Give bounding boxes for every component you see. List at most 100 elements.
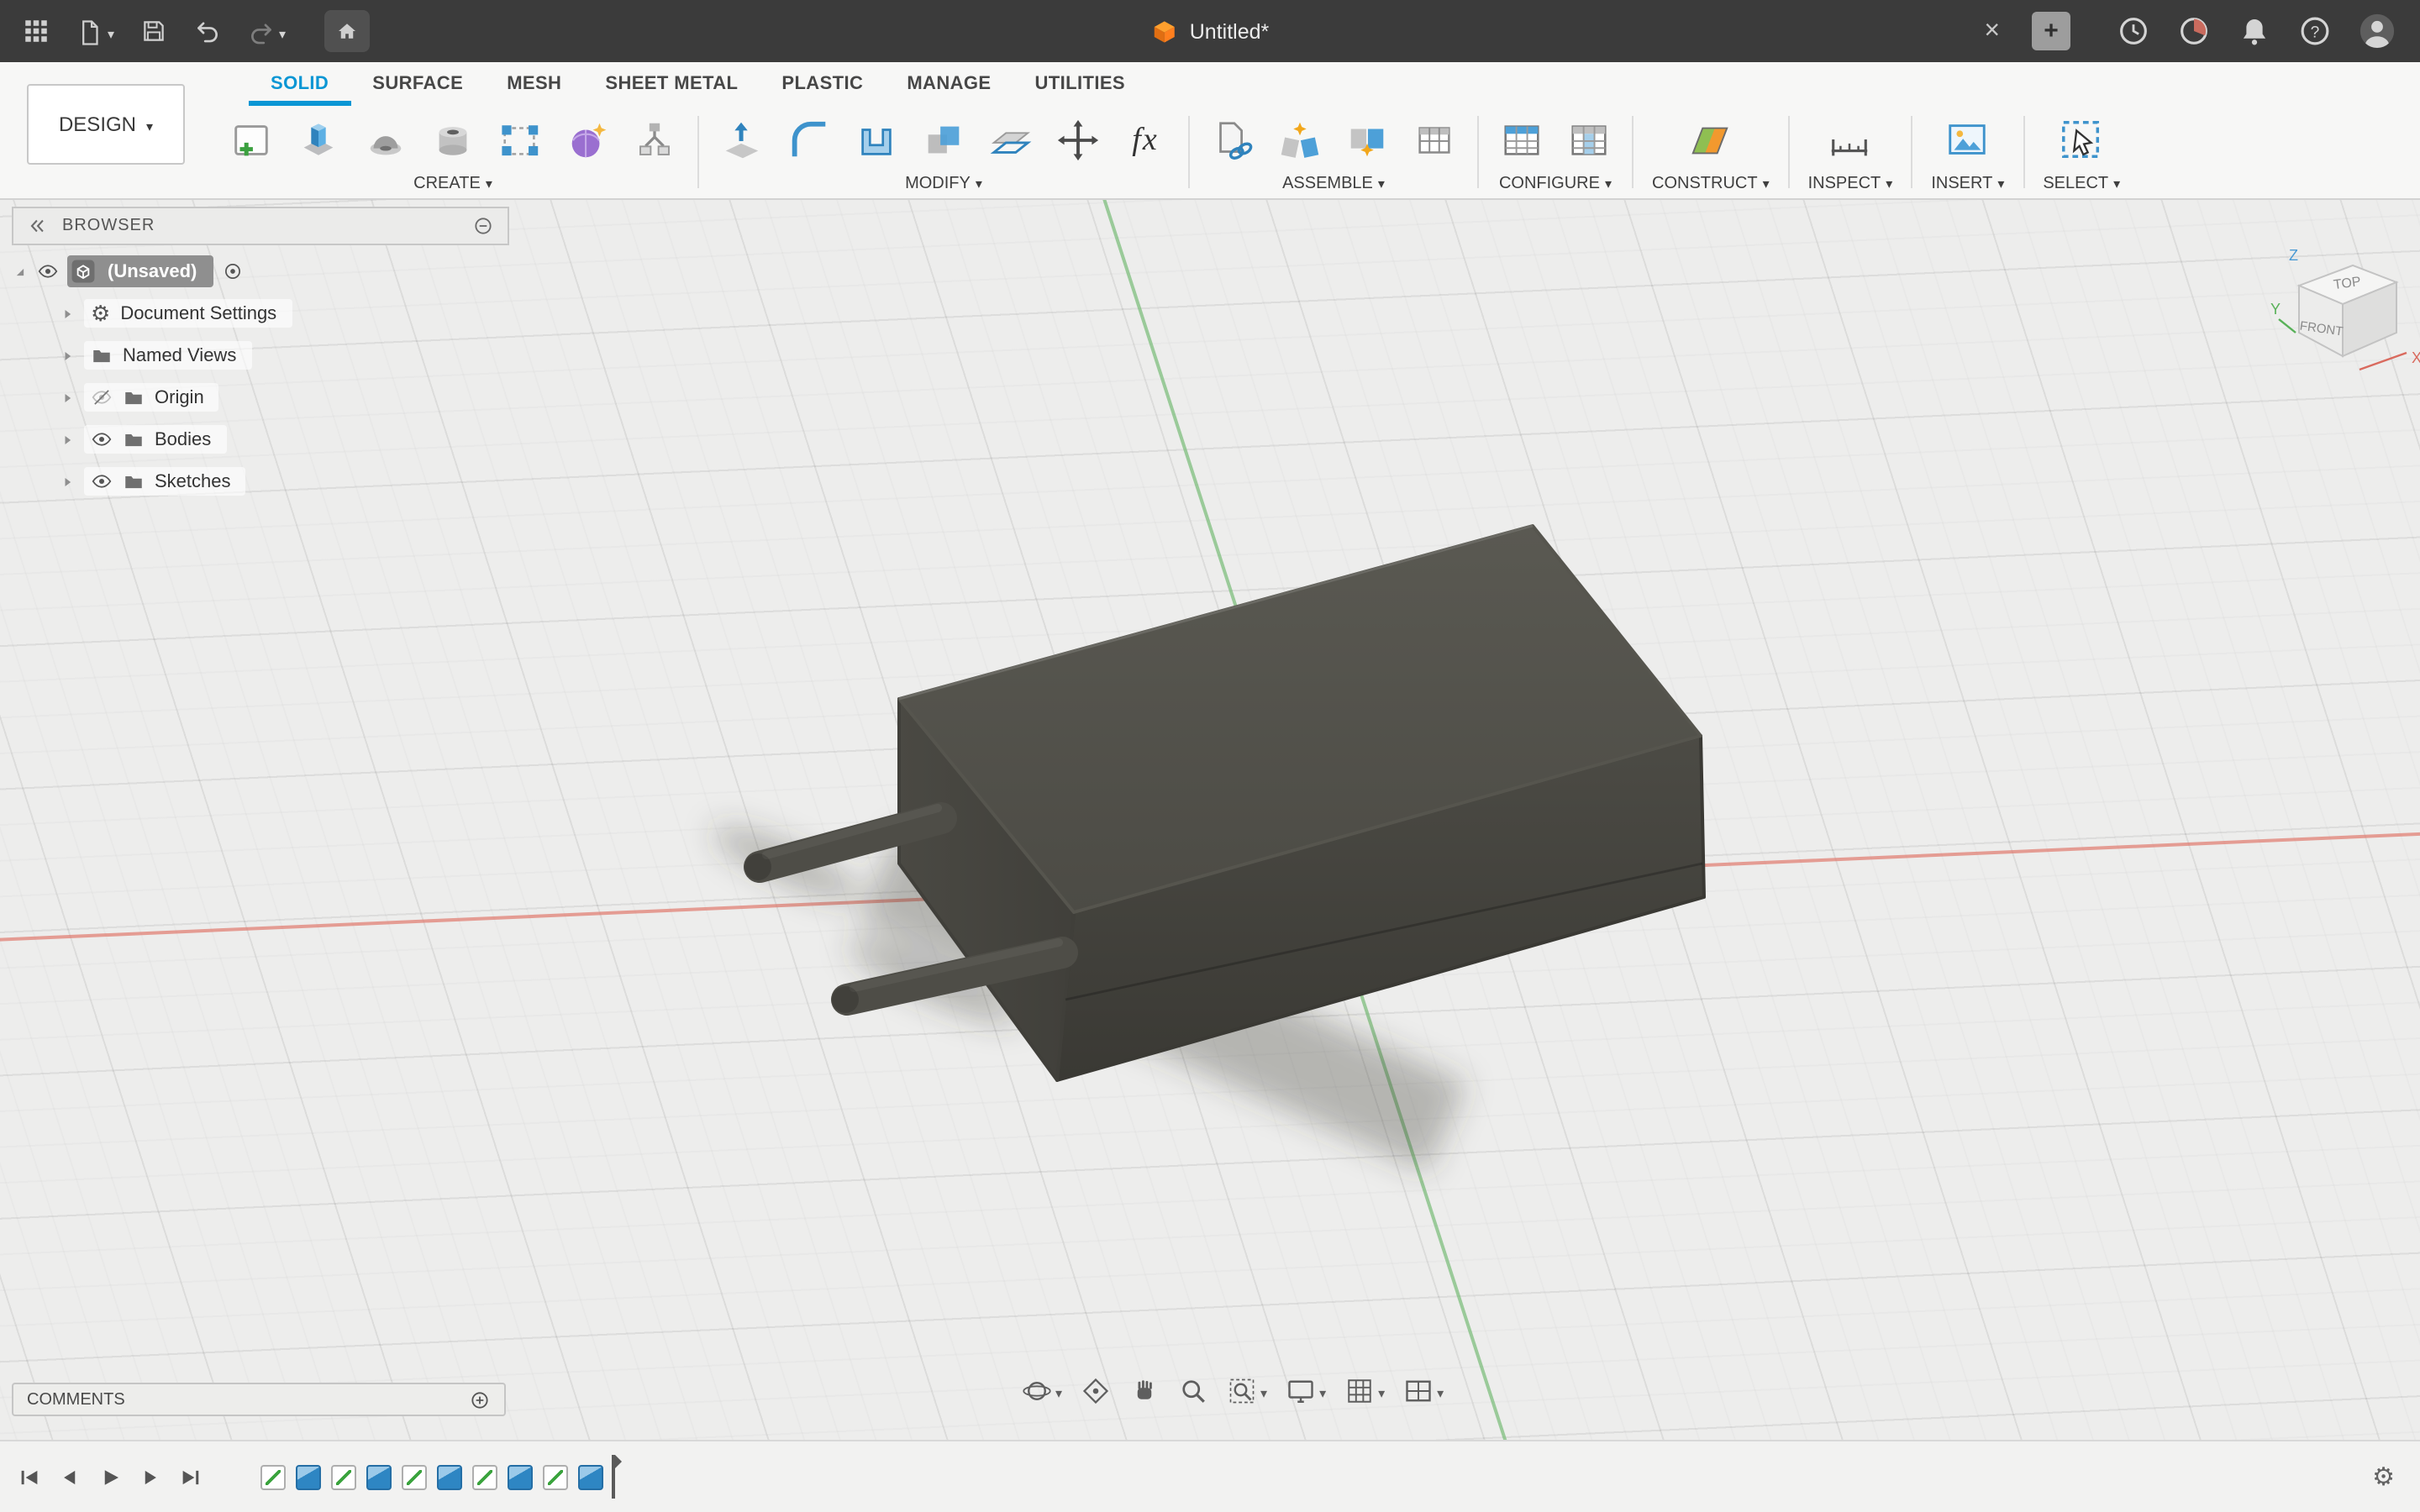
app-grid-icon[interactable] [22,17,50,45]
user-avatar[interactable] [2358,12,2396,50]
look-at-button[interactable] [1081,1376,1111,1406]
job-status-icon[interactable] [2116,13,2151,49]
inspect-group-label[interactable]: INSPECT [1808,175,1893,193]
add-comment-icon[interactable] [469,1389,491,1410]
visibility-off-eye-icon[interactable] [91,386,113,408]
configuration-table-button[interactable] [1497,116,1546,165]
timeline-feature-sketch[interactable] [402,1464,427,1489]
configuration-theme-button[interactable] [1565,116,1613,165]
revolve-button[interactable] [361,116,410,165]
timeline-feature-extrude[interactable] [366,1464,392,1489]
joint-button[interactable] [1276,116,1324,165]
tab-surface[interactable]: SURFACE [350,62,485,106]
timeline-feature-extrude[interactable] [508,1464,533,1489]
joint-origin-button[interactable] [1410,116,1459,165]
timeline-feature-extrude[interactable] [296,1464,321,1489]
document-tab[interactable]: Untitled* [1151,0,1270,62]
visibility-eye-icon[interactable] [37,260,59,282]
tab-plastic[interactable]: PLASTIC [760,62,885,106]
move-button[interactable] [1054,116,1102,165]
insert-group-label[interactable]: INSERT [1931,175,2004,193]
notifications-bell-icon[interactable] [2237,13,2272,49]
pattern-button[interactable] [496,116,544,165]
help-icon[interactable] [2297,13,2333,49]
change-parameters-button[interactable]: fx [1121,116,1170,165]
undo-icon[interactable] [193,17,222,45]
select-button[interactable] [2057,116,2106,165]
timeline-settings-gear-icon[interactable]: ⚙ [2372,1464,2420,1489]
timeline-feature-sketch[interactable] [260,1464,286,1489]
close-tab-icon[interactable]: × [1977,18,2007,45]
comments-bar[interactable]: COMMENTS [12,1383,506,1416]
shell-button[interactable] [852,116,901,165]
pan-button[interactable] [1129,1376,1160,1406]
measure-button[interactable] [1826,116,1875,165]
grid-settings-button[interactable] [1344,1376,1385,1406]
insert-canvas-button[interactable] [1944,116,1992,165]
timeline-feature-extrude[interactable] [578,1464,603,1489]
expand-caret-icon[interactable] [59,431,76,448]
timeline-feature-extrude[interactable] [437,1464,462,1489]
extrude-button[interactable] [294,116,343,165]
expanded-caret-icon[interactable] [12,263,29,280]
new-component-button[interactable] [1208,116,1257,165]
step-back-icon[interactable] [57,1464,82,1489]
browser-root-row[interactable]: (Unsaved) [12,252,509,291]
home-button[interactable] [324,10,370,52]
hole-button[interactable] [429,116,477,165]
zoom-window-button[interactable] [1227,1376,1267,1406]
minimize-browser-icon[interactable] [472,215,494,237]
redo-button[interactable] [247,16,286,46]
derive-button[interactable] [630,116,679,165]
press-pull-button[interactable] [718,116,766,165]
skip-to-end-icon[interactable] [178,1464,203,1489]
configure-group-label[interactable]: CONFIGURE [1499,175,1612,193]
timeline-position-marker[interactable] [612,1455,615,1499]
construct-plane-button[interactable] [1686,116,1735,165]
as-built-joint-button[interactable] [1343,116,1392,165]
profile-status-icon[interactable] [2176,13,2212,49]
viewport-canvas[interactable]: TOP FRONT Z Y X BROWSER (Unsaved [0,198,2420,1441]
create-sketch-button[interactable] [227,116,276,165]
zoom-button[interactable] [1178,1376,1208,1406]
expand-caret-icon[interactable] [59,305,76,322]
browser-item-bodies[interactable]: Bodies [12,420,509,459]
file-menu-button[interactable] [76,16,114,46]
timeline-feature-sketch[interactable] [331,1464,356,1489]
browser-item-origin[interactable]: Origin [12,378,509,417]
browser-item-named-views[interactable]: Named Views [12,336,509,375]
timeline-feature-sketch[interactable] [543,1464,568,1489]
visibility-eye-icon[interactable] [91,470,113,492]
workspace-switcher[interactable]: DESIGN [27,84,185,165]
collapse-panel-icon[interactable] [27,215,49,237]
assemble-group-label[interactable]: ASSEMBLE [1282,175,1385,193]
select-group-label[interactable]: SELECT [2043,175,2120,193]
expand-caret-icon[interactable] [59,389,76,406]
orbit-button[interactable] [1022,1376,1062,1406]
expand-caret-icon[interactable] [59,473,76,490]
viewports-button[interactable] [1403,1376,1444,1406]
play-icon[interactable] [97,1464,123,1489]
expand-caret-icon[interactable] [59,347,76,364]
browser-item-sketches[interactable]: Sketches [12,462,509,501]
create-group-label[interactable]: CREATE [413,175,492,193]
visibility-eye-icon[interactable] [91,428,113,450]
construct-group-label[interactable]: CONSTRUCT [1652,175,1770,193]
step-forward-icon[interactable] [138,1464,163,1489]
combine-button[interactable] [919,116,968,165]
tab-sheet-metal[interactable]: SHEET METAL [583,62,760,106]
new-tab-button[interactable]: + [2032,12,2070,50]
tab-mesh[interactable]: MESH [485,62,583,106]
tab-solid[interactable]: SOLID [249,62,350,106]
offset-face-button[interactable] [986,116,1035,165]
fillet-button[interactable] [785,116,834,165]
activate-target-icon[interactable] [222,260,244,282]
create-form-button[interactable] [563,116,612,165]
tab-utilities[interactable]: UTILITIES [1013,62,1148,106]
view-cube[interactable]: TOP FRONT Z Y X [2265,235,2420,396]
modify-group-label[interactable]: MODIFY [905,175,982,193]
save-icon[interactable] [139,17,168,45]
display-settings-button[interactable] [1286,1376,1326,1406]
tab-manage[interactable]: MANAGE [885,62,1013,106]
browser-item-document-settings[interactable]: ⚙ Document Settings [12,294,509,333]
